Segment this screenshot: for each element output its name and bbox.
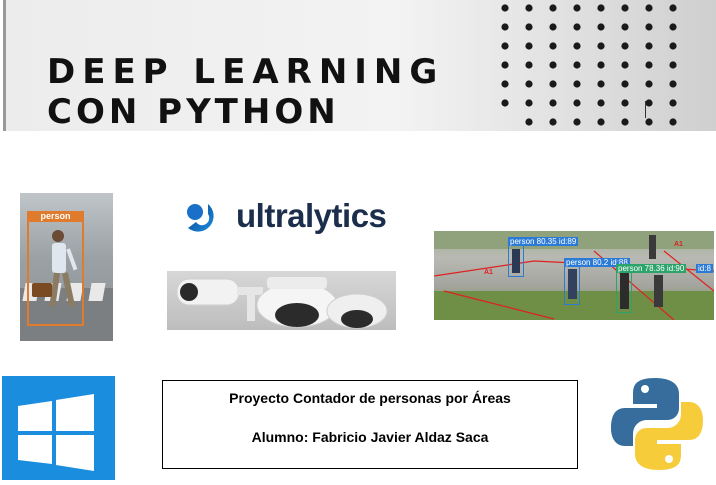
banner-dot	[501, 4, 509, 12]
banner-dot	[549, 80, 557, 88]
banner-dot	[501, 23, 509, 31]
ultralytics-wordmark: ultralytics	[236, 197, 387, 234]
detection-label: person	[27, 211, 84, 222]
banner-dot	[549, 4, 557, 12]
banner-dot	[621, 118, 629, 126]
banner-dot	[549, 118, 557, 126]
banner-dot	[573, 99, 581, 107]
banner-dot	[645, 61, 653, 69]
banner-dot	[597, 80, 605, 88]
banner-dot	[645, 118, 653, 126]
banner-title-line1: DEEP LEARNING	[47, 52, 445, 92]
banner-dot	[645, 23, 653, 31]
banner-dot	[573, 61, 581, 69]
banner-dot	[573, 23, 581, 31]
detection-box	[27, 220, 84, 326]
deep-learning-banner: DEEP LEARNING CON PYTHON	[3, 0, 716, 131]
detection-label: person 80.35 id:89	[508, 237, 579, 246]
banner-dot	[573, 80, 581, 88]
banner-dot	[645, 42, 653, 50]
banner-title-line2: CON PYTHON	[47, 92, 340, 131]
ultralytics-logo: ultralytics	[182, 197, 412, 239]
banner-dot	[621, 80, 629, 88]
area-label: A1	[674, 241, 683, 248]
banner-dot	[525, 42, 533, 50]
banner-dot	[669, 118, 677, 126]
banner-dot	[597, 42, 605, 50]
python-logo	[609, 374, 705, 474]
banner-dot	[573, 42, 581, 50]
banner-dot	[621, 61, 629, 69]
detection-label: id:8	[696, 264, 713, 273]
banner-dot	[597, 99, 605, 107]
banner-dot	[645, 99, 653, 107]
banner-dot	[525, 118, 533, 126]
banner-dot	[621, 4, 629, 12]
banner-dot	[573, 4, 581, 12]
area-counting-detection-image: person 80.35 id:89 person 80.2 id:88 per…	[434, 231, 714, 320]
detection-box	[508, 245, 524, 277]
banner-dot	[645, 4, 653, 12]
banner-dot	[621, 42, 629, 50]
banner-dot	[597, 4, 605, 12]
ultralytics-mark-icon	[187, 204, 214, 232]
banner-dot	[621, 99, 629, 107]
banner-dot	[501, 80, 509, 88]
banner-dot	[525, 23, 533, 31]
banner-dot	[669, 4, 677, 12]
banner-dot	[525, 4, 533, 12]
project-info-box: Proyecto Contador de personas por Áreas …	[162, 380, 578, 469]
banner-dot	[669, 80, 677, 88]
banner-dot	[501, 42, 509, 50]
detection-box	[564, 265, 580, 305]
banner-dot	[645, 80, 653, 88]
banner-dot	[573, 118, 581, 126]
banner-dot	[549, 42, 557, 50]
person-detection-image: person	[20, 193, 113, 341]
windows-logo	[2, 376, 115, 480]
banner-dot	[525, 61, 533, 69]
area-label: A1	[484, 269, 493, 276]
banner-dot	[501, 61, 509, 69]
security-cameras-image	[167, 271, 396, 330]
banner-dot	[597, 61, 605, 69]
text-cursor	[645, 101, 646, 118]
banner-dot	[525, 80, 533, 88]
banner-dot	[669, 99, 677, 107]
student-name: Alumno: Fabricio Javier Aldaz Saca	[251, 429, 489, 445]
banner-dot	[621, 23, 629, 31]
python-icon	[611, 378, 703, 470]
detection-box	[616, 271, 632, 313]
banner-dot	[597, 118, 605, 126]
banner-dot	[549, 61, 557, 69]
windows-icon	[18, 394, 94, 471]
banner-dot	[525, 99, 533, 107]
banner-dot	[549, 99, 557, 107]
banner-dot	[597, 23, 605, 31]
banner-dot	[549, 23, 557, 31]
detection-label: person 78.36 id:90	[616, 264, 687, 273]
banner-dot	[669, 42, 677, 50]
banner-dot	[669, 61, 677, 69]
project-title: Proyecto Contador de personas por Áreas	[229, 390, 511, 406]
banner-dot	[501, 99, 509, 107]
cameras-illustration	[176, 277, 388, 329]
banner-dot	[669, 23, 677, 31]
